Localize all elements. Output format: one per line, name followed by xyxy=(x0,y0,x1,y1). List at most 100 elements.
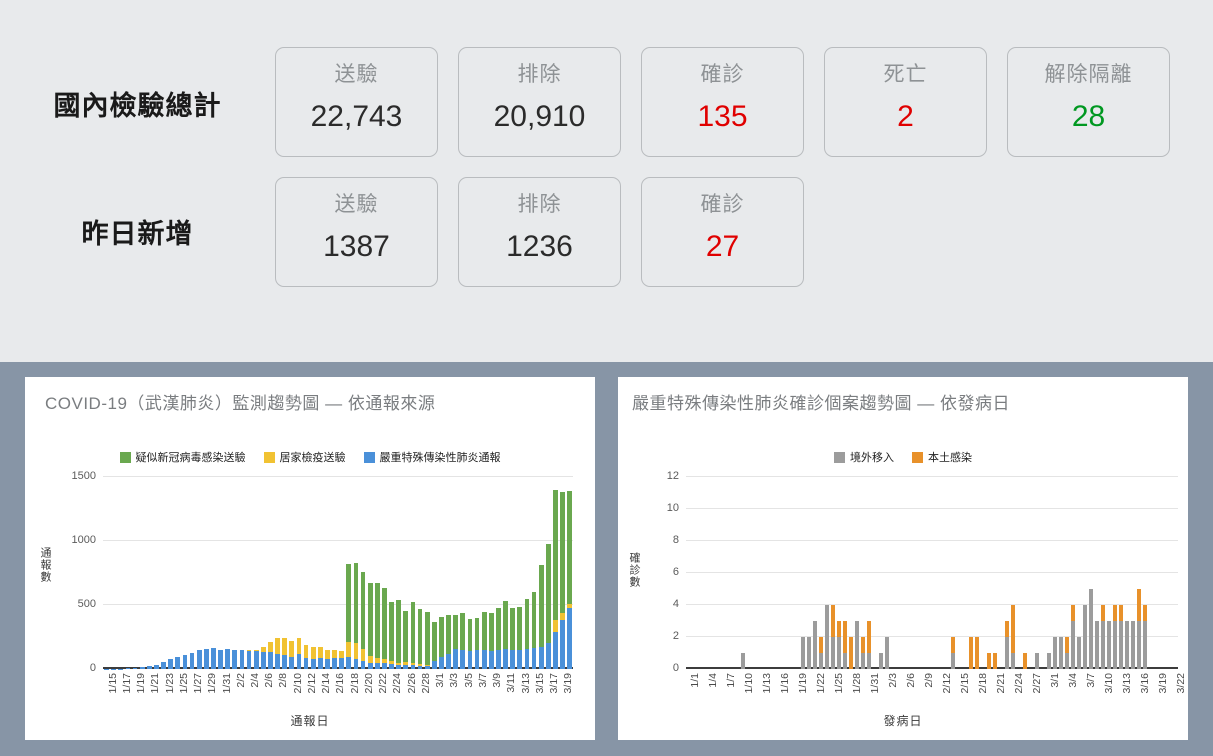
stat-card-daily-confirmed[interactable]: 確診 27 xyxy=(641,177,804,287)
bar-slot[interactable] xyxy=(295,477,302,669)
bar-slot[interactable] xyxy=(110,477,117,669)
bar-slot[interactable] xyxy=(224,477,231,669)
bar-slot[interactable] xyxy=(481,477,488,669)
bar-slot[interactable] xyxy=(488,477,495,669)
bar-slot[interactable] xyxy=(260,477,267,669)
bar-slot[interactable] xyxy=(274,477,281,669)
bar-slot[interactable] xyxy=(431,477,438,669)
bar-stack xyxy=(218,649,223,669)
stat-card-total-deaths[interactable]: 死亡 2 xyxy=(824,47,987,157)
bar-slot[interactable] xyxy=(267,477,274,669)
bar-slot[interactable] xyxy=(153,477,160,669)
bar-segment xyxy=(531,591,537,648)
bar-slot[interactable] xyxy=(445,477,452,669)
bar-slot[interactable] xyxy=(352,477,359,669)
bar-stack xyxy=(460,612,466,669)
bar-stack xyxy=(818,637,824,669)
bar-segment xyxy=(303,645,309,659)
bar-slot[interactable] xyxy=(303,477,310,669)
bar-slot[interactable] xyxy=(459,477,466,669)
stat-card-total-confirmed[interactable]: 確診 135 xyxy=(641,47,804,157)
bar-slot[interactable] xyxy=(160,477,167,669)
bar-slot[interactable] xyxy=(374,477,381,669)
bar-slot[interactable] xyxy=(181,477,188,669)
stat-card-total-excluded[interactable]: 排除 20,910 xyxy=(458,47,621,157)
bar-slot[interactable] xyxy=(367,477,374,669)
bar-slot[interactable] xyxy=(523,477,530,669)
x-axis-tick-label: 1/15 xyxy=(106,673,119,694)
bar-slot[interactable] xyxy=(424,477,431,669)
bar-segment xyxy=(842,653,848,669)
bar-slot[interactable] xyxy=(189,477,196,669)
legend-item[interactable]: 居家檢疫送驗 xyxy=(263,449,346,465)
bar-slot[interactable] xyxy=(345,477,352,669)
bar-slot[interactable] xyxy=(545,477,552,669)
bar-slot[interactable] xyxy=(103,477,110,669)
bar-slot[interactable] xyxy=(466,477,473,669)
bar-slot[interactable] xyxy=(474,477,481,669)
bar-slot[interactable] xyxy=(217,477,224,669)
bar-segment xyxy=(424,611,430,666)
stat-card-daily-excluded[interactable]: 排除 1236 xyxy=(458,177,621,287)
bar-slot[interactable] xyxy=(538,477,545,669)
legend-item[interactable]: 本土感染 xyxy=(912,449,972,465)
bar-slot[interactable] xyxy=(196,477,203,669)
bar-slot[interactable] xyxy=(317,477,324,669)
bar-segment xyxy=(740,653,746,669)
bar-slot[interactable] xyxy=(388,477,395,669)
bar-slot[interactable] xyxy=(139,477,146,669)
bar-segment xyxy=(830,637,836,669)
bar-slot[interactable] xyxy=(559,477,566,669)
bar-slot[interactable] xyxy=(338,477,345,669)
bar-slot[interactable] xyxy=(132,477,139,669)
bar-slot[interactable] xyxy=(566,477,573,669)
bar-slot[interactable] xyxy=(495,477,502,669)
bar-segment xyxy=(538,565,544,648)
bar-slot[interactable] xyxy=(174,477,181,669)
bar-slot[interactable] xyxy=(310,477,317,669)
bar-slot[interactable] xyxy=(502,477,509,669)
bar-segment xyxy=(1064,653,1070,669)
bar-slot[interactable] xyxy=(288,477,295,669)
bar-slot[interactable] xyxy=(438,477,445,669)
bar-slot[interactable] xyxy=(210,477,217,669)
bar-slot[interactable] xyxy=(395,477,402,669)
bar-slot[interactable] xyxy=(231,477,238,669)
bar-slot[interactable] xyxy=(146,477,153,669)
bar-slot[interactable] xyxy=(117,477,124,669)
bar-slot[interactable] xyxy=(167,477,174,669)
legend-item[interactable]: 嚴重特殊傳染性肺炎通報 xyxy=(363,449,501,465)
bar-segment xyxy=(446,653,451,669)
bar-slot[interactable] xyxy=(552,477,559,669)
bar-slot[interactable] xyxy=(281,477,288,669)
bar-slot[interactable] xyxy=(360,477,367,669)
bar-slot[interactable] xyxy=(409,477,416,669)
x-axis-tick-label: 2/12 xyxy=(941,673,953,694)
stat-card-daily-tested[interactable]: 送驗 1387 xyxy=(275,177,438,287)
bar-slot[interactable] xyxy=(324,477,331,669)
bar-stack xyxy=(496,607,501,669)
bar-stack xyxy=(410,601,416,669)
stat-card-total-tested[interactable]: 送驗 22,743 xyxy=(275,47,438,157)
bar-slot[interactable] xyxy=(253,477,260,669)
bar-slot[interactable] xyxy=(531,477,538,669)
legend-item[interactable]: 疑似新冠病毒感染送驗 xyxy=(119,449,246,465)
bar-slot[interactable] xyxy=(203,477,210,669)
legend-item[interactable]: 境外移入 xyxy=(834,449,894,465)
bar-slot[interactable] xyxy=(516,477,523,669)
bar-slot[interactable] xyxy=(238,477,245,669)
x-axis-tick-label: 2/2 xyxy=(234,673,247,688)
bar-slot[interactable] xyxy=(124,477,131,669)
bar-slot[interactable] xyxy=(509,477,516,669)
stat-card-total-released[interactable]: 解除隔離 28 xyxy=(1007,47,1170,157)
y-axis-tick-label: 0 xyxy=(672,662,679,674)
x-axis-title: 發病日 xyxy=(883,714,923,728)
bar-slot[interactable] xyxy=(402,477,409,669)
bar-slot[interactable] xyxy=(331,477,338,669)
bar-slot[interactable] xyxy=(1172,477,1178,669)
bar-slot[interactable] xyxy=(452,477,459,669)
bar-segment xyxy=(1022,653,1028,669)
bar-slot[interactable] xyxy=(246,477,253,669)
bar-slot[interactable] xyxy=(381,477,388,669)
bar-slot[interactable] xyxy=(417,477,424,669)
